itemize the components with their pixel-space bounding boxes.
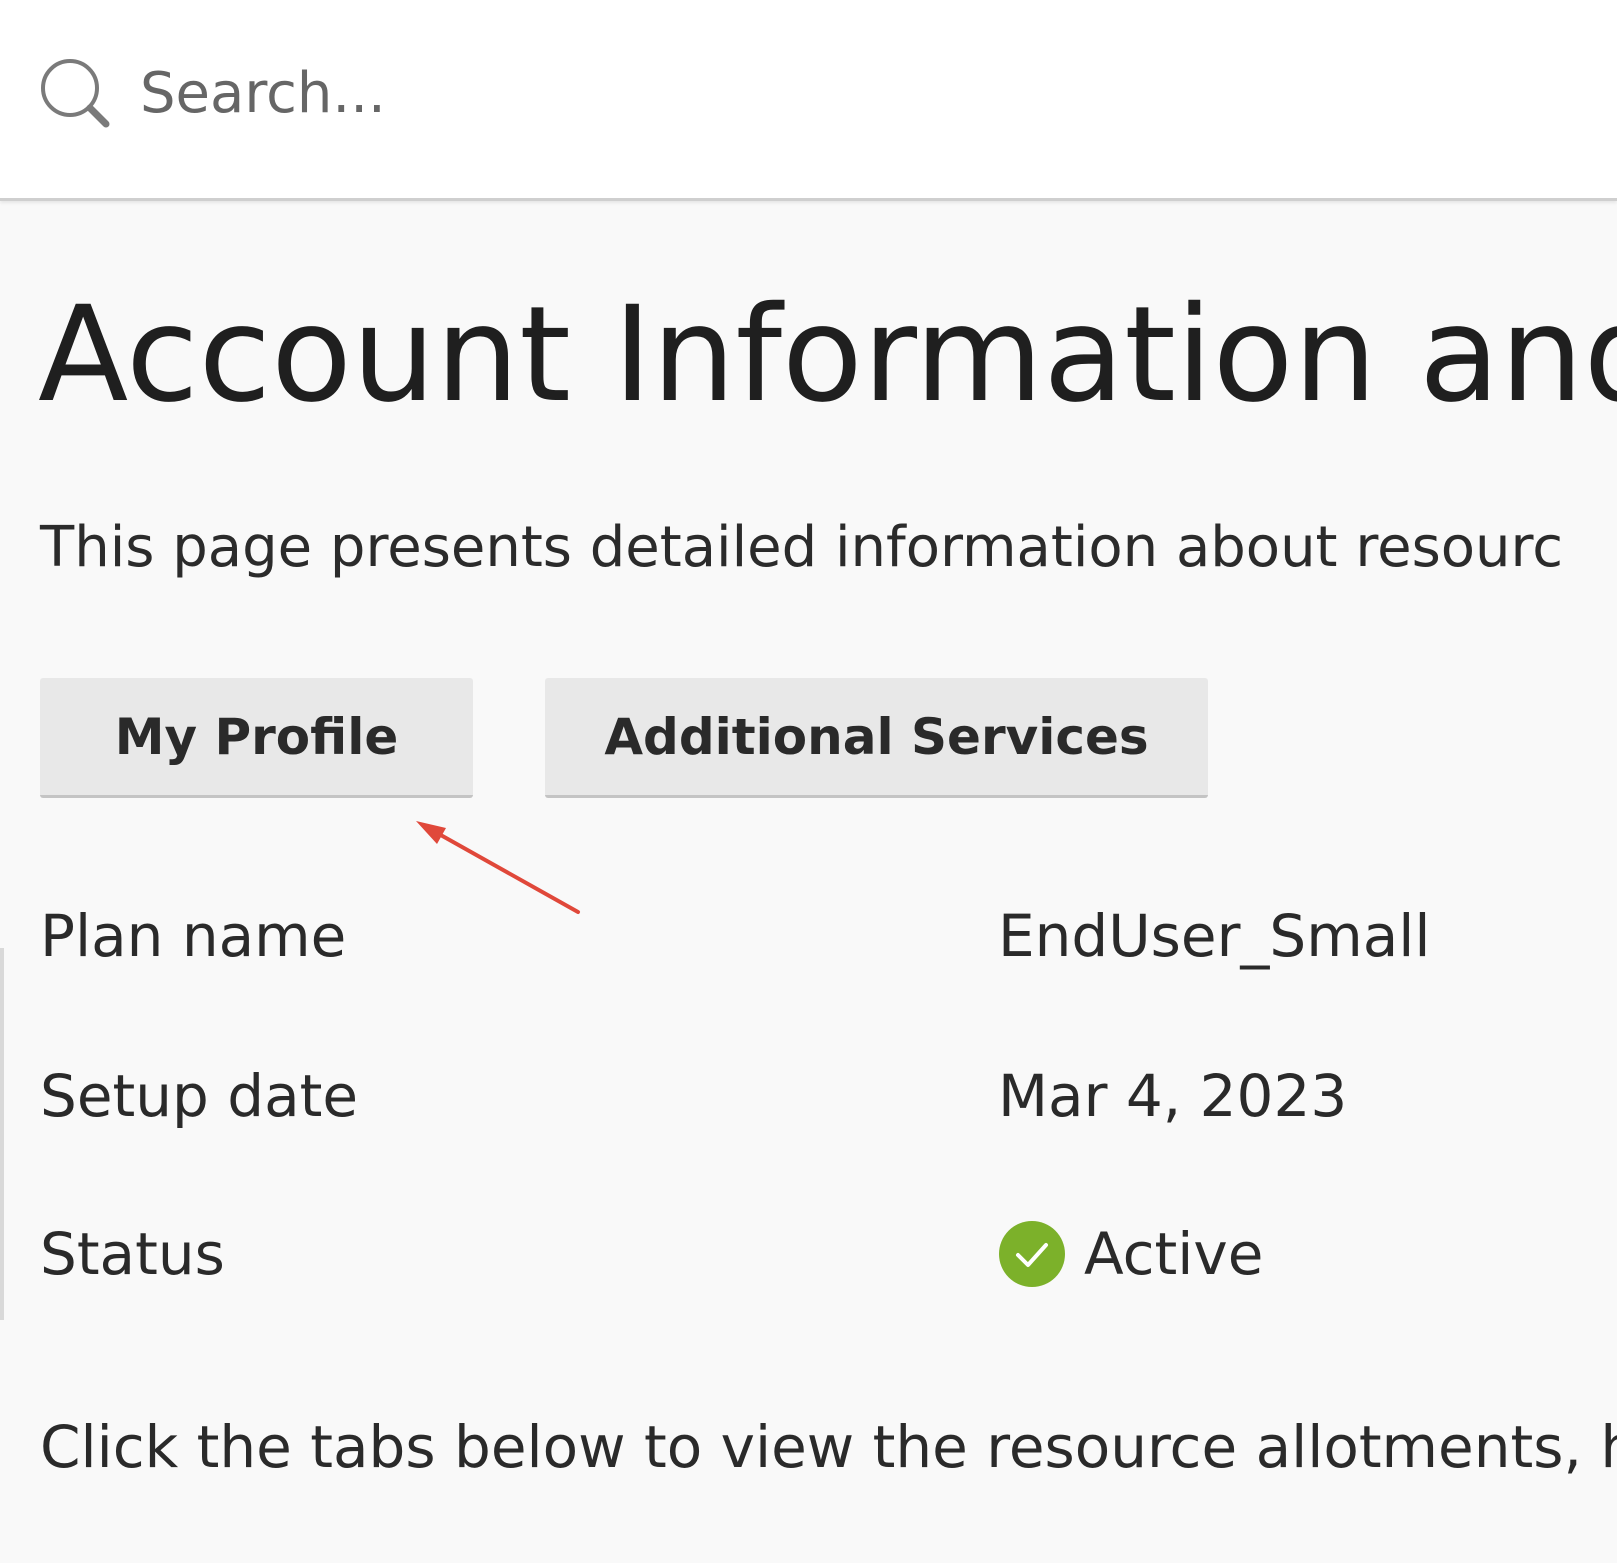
status-value: Active — [998, 1218, 1263, 1290]
side-divider — [0, 948, 4, 1320]
status-text: Active — [1084, 1220, 1264, 1288]
setup-date-label: Setup date — [40, 1062, 359, 1130]
search-input[interactable] — [140, 50, 1040, 136]
plan-name-value: EndUser_Small — [998, 902, 1431, 970]
check-circle-icon — [999, 1221, 1065, 1287]
page-title: Account Information and — [38, 278, 1617, 432]
status-label: Status — [40, 1220, 225, 1288]
search-icon[interactable] — [38, 56, 114, 132]
page-description: This page presents detailed information … — [40, 515, 1564, 580]
plan-name-label: Plan name — [40, 902, 347, 970]
search-bar — [0, 0, 1617, 201]
tab-additional-services[interactable]: Additional Services — [545, 678, 1208, 798]
tab-my-profile[interactable]: My Profile — [40, 678, 473, 798]
setup-date-value: Mar 4, 2023 — [998, 1062, 1348, 1130]
tabs-instruction: Click the tabs below to view the resourc… — [40, 1413, 1617, 1481]
